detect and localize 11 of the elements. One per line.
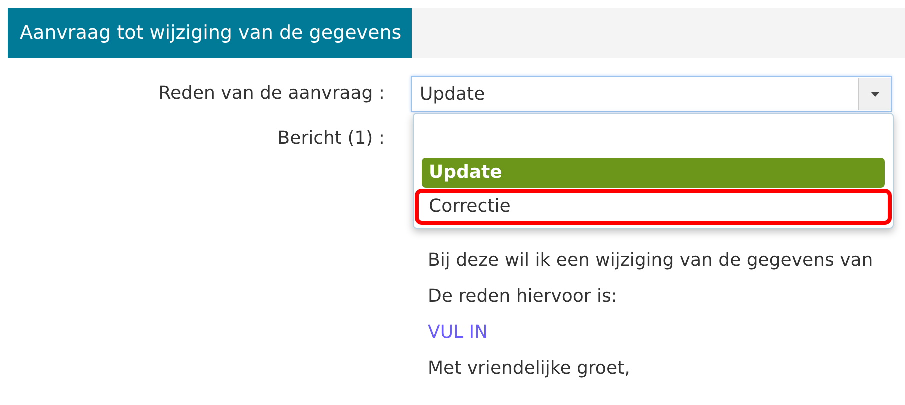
message-text: Bij deze wil ik een wijziging van de gegevens van — [428, 250, 874, 272]
field-label: Bericht (1) : — [276, 128, 386, 150]
message-text: Met vriendelijke groet, — [428, 358, 632, 380]
header-title: Aanvraag tot wijziging van de gegevens — [8, 8, 412, 58]
dropdown-option[interactable]: Correctie — [418, 192, 889, 222]
field-label: Reden van de aanvraag : — [158, 82, 386, 105]
select-field[interactable]: Update — [411, 76, 892, 112]
placeholder-text: VUL IN — [428, 322, 490, 344]
message-text: De reden hiervoor is: — [428, 286, 618, 308]
dropdown-option[interactable]: Update — [422, 158, 885, 188]
caret-icon — [858, 78, 891, 110]
